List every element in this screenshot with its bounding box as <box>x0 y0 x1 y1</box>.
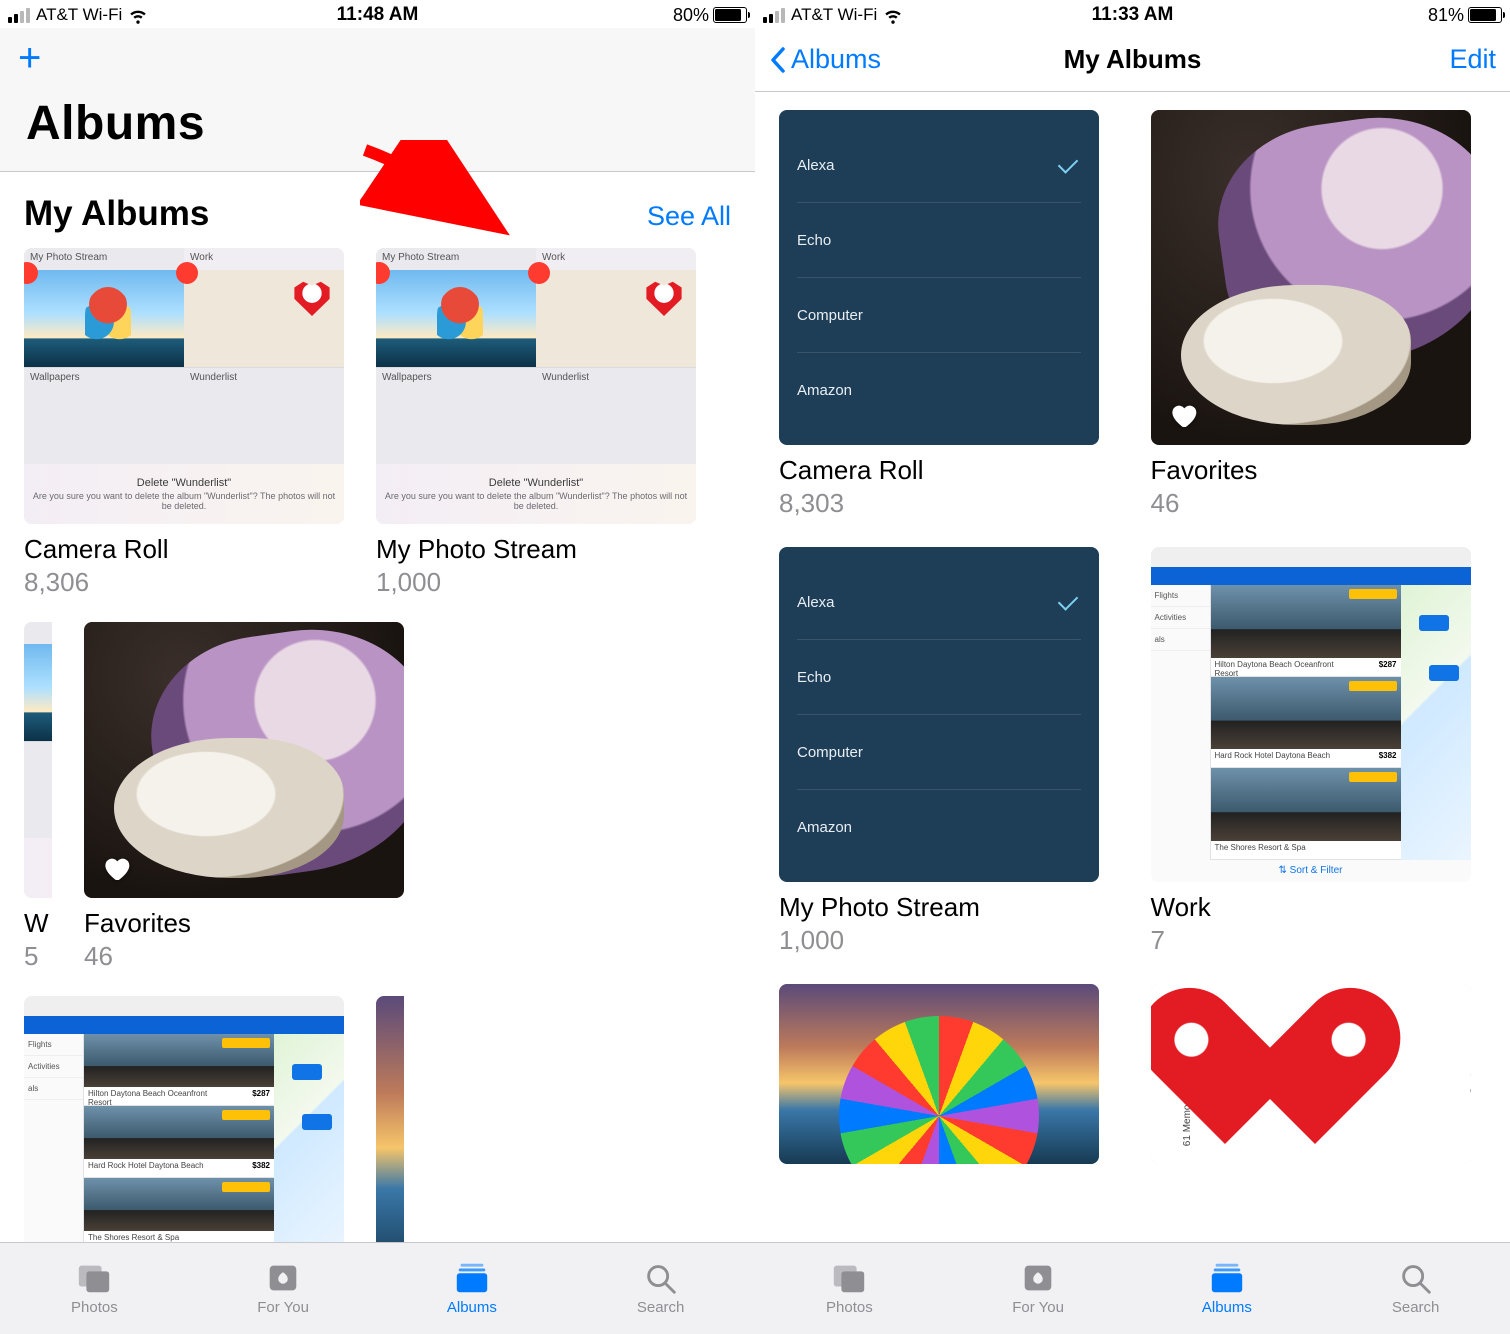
album-thumbnail: Alexa Echo Computer Amazon <box>779 110 1099 445</box>
back-button[interactable]: Albums <box>769 44 881 75</box>
album-name: Favorites <box>1151 455 1471 486</box>
album-name: Favorites <box>84 908 404 939</box>
album-item[interactable] <box>779 984 1099 1164</box>
add-album-button[interactable]: + <box>18 38 41 78</box>
albums-icon <box>1208 1261 1246 1295</box>
album-thumbnail: 61 Memorial Medical Parkway Center <box>1151 984 1471 1164</box>
heart-icon <box>1165 399 1201 431</box>
nav-bar: Albums My Albums Edit <box>755 28 1510 92</box>
signal-bars-icon <box>763 8 785 23</box>
album-item[interactable]: Favorites 46 <box>1151 110 1471 519</box>
nav-bar-large: + Albums <box>0 28 755 172</box>
album-count: 7 <box>1151 925 1471 956</box>
album-name: My Photo Stream <box>376 534 696 565</box>
album-name: My Photo Stream <box>779 892 1099 923</box>
phone-left: AT&T Wi-Fi 11:48 AM 80% + Albums My Albu… <box>0 0 755 1334</box>
tab-bar: Photos For You Albums Search <box>755 1242 1510 1334</box>
albums-grid: Alexa Echo Computer Amazon Camera Roll 8… <box>779 110 1486 1164</box>
heart-icon <box>98 852 134 884</box>
album-thumbnail <box>84 622 404 898</box>
battery-icon <box>1468 7 1502 23</box>
tab-bar: Photos For You Albums Search <box>0 1242 755 1334</box>
wifi-icon <box>128 5 148 25</box>
album-item[interactable]: FlightsActivitiesals Hilton Daytona Beac… <box>24 996 344 1242</box>
for-you-icon <box>264 1261 302 1295</box>
album-thumbnail <box>779 984 1099 1164</box>
album-count: 1,000 <box>376 567 696 598</box>
tab-search[interactable]: Search <box>1321 1243 1510 1334</box>
albums-grid: My Photo StreamWork WallpapersWunderlist… <box>24 248 731 1242</box>
signal-bars-icon <box>8 8 30 23</box>
photos-icon <box>75 1261 113 1295</box>
album-name: W <box>24 908 52 939</box>
album-count: 46 <box>1151 488 1471 519</box>
album-thumbnail: Alexa Echo Computer Amazon <box>779 547 1099 882</box>
album-item[interactable]: Alexa Echo Computer Amazon Camera Roll 8… <box>779 110 1099 519</box>
content-scroll[interactable]: Alexa Echo Computer Amazon Camera Roll 8… <box>755 92 1510 1242</box>
search-icon <box>642 1261 680 1295</box>
album-item[interactable]: W 5 <box>24 622 52 972</box>
album-thumbnail <box>376 996 404 1242</box>
album-thumbnail: My Photo StreamWork WallpapersWunderlist… <box>376 248 696 524</box>
photos-icon <box>830 1261 868 1295</box>
tab-photos[interactable]: Photos <box>755 1243 944 1334</box>
album-thumbnail: My Photo StreamWork WallpapersWunderlist… <box>24 248 344 524</box>
album-item[interactable]: FlightsActivitiesals Hilton Daytona Beac… <box>1151 547 1471 956</box>
section-header: My Albums See All <box>24 194 731 234</box>
phone-right: AT&T Wi-Fi 11:33 AM 81% Albums My Albums… <box>755 0 1510 1334</box>
tab-albums[interactable]: Albums <box>378 1243 567 1334</box>
album-item[interactable]: My Photo StreamWork WallpapersWunderlist… <box>24 248 344 598</box>
tab-for-you[interactable]: For You <box>944 1243 1133 1334</box>
album-name: Camera Roll <box>779 455 1099 486</box>
album-item[interactable]: 61 Memorial Medical Parkway Center <box>1151 984 1471 1164</box>
album-item[interactable]: W 1 <box>376 996 404 1242</box>
album-thumbnail: FlightsActivitiesals Hilton Daytona Beac… <box>24 996 344 1242</box>
album-item[interactable]: My Photo StreamWork WallpapersWunderlist… <box>376 248 696 598</box>
album-count: 8,306 <box>24 567 344 598</box>
tab-photos[interactable]: Photos <box>0 1243 189 1334</box>
album-count: 46 <box>84 941 404 972</box>
edit-button[interactable]: Edit <box>1449 44 1496 75</box>
album-item[interactable]: Favorites 46 <box>84 622 404 972</box>
battery-icon <box>713 7 747 23</box>
album-item[interactable]: Alexa Echo Computer Amazon My Photo Stre… <box>779 547 1099 956</box>
for-you-icon <box>1019 1261 1057 1295</box>
battery-pct-label: 80% <box>673 5 709 26</box>
album-thumbnail <box>1151 110 1471 445</box>
status-bar: AT&T Wi-Fi 11:48 AM 80% <box>0 0 755 28</box>
status-bar: AT&T Wi-Fi 11:33 AM 81% <box>755 0 1510 28</box>
album-count: 1,000 <box>779 925 1099 956</box>
tab-for-you[interactable]: For You <box>189 1243 378 1334</box>
album-count: 5 <box>24 941 52 972</box>
section-title: My Albums <box>24 194 209 234</box>
album-thumbnail <box>24 622 52 898</box>
album-thumbnail: FlightsActivitiesals Hilton Daytona Beac… <box>1151 547 1471 882</box>
carrier-label: AT&T Wi-Fi <box>36 5 122 25</box>
tab-search[interactable]: Search <box>566 1243 755 1334</box>
battery-pct-label: 81% <box>1428 5 1464 26</box>
album-name: Work <box>1151 892 1471 923</box>
album-count: 8,303 <box>779 488 1099 519</box>
content-scroll[interactable]: My Albums See All My Photo StreamWork Wa… <box>0 172 755 1242</box>
albums-icon <box>453 1261 491 1295</box>
wifi-icon <box>883 5 903 25</box>
search-icon <box>1397 1261 1435 1295</box>
see-all-button[interactable]: See All <box>647 201 731 232</box>
album-name: Camera Roll <box>24 534 344 565</box>
tab-albums[interactable]: Albums <box>1133 1243 1322 1334</box>
chevron-left-icon <box>769 46 789 74</box>
carrier-label: AT&T Wi-Fi <box>791 5 877 25</box>
page-title: Albums <box>0 88 755 165</box>
